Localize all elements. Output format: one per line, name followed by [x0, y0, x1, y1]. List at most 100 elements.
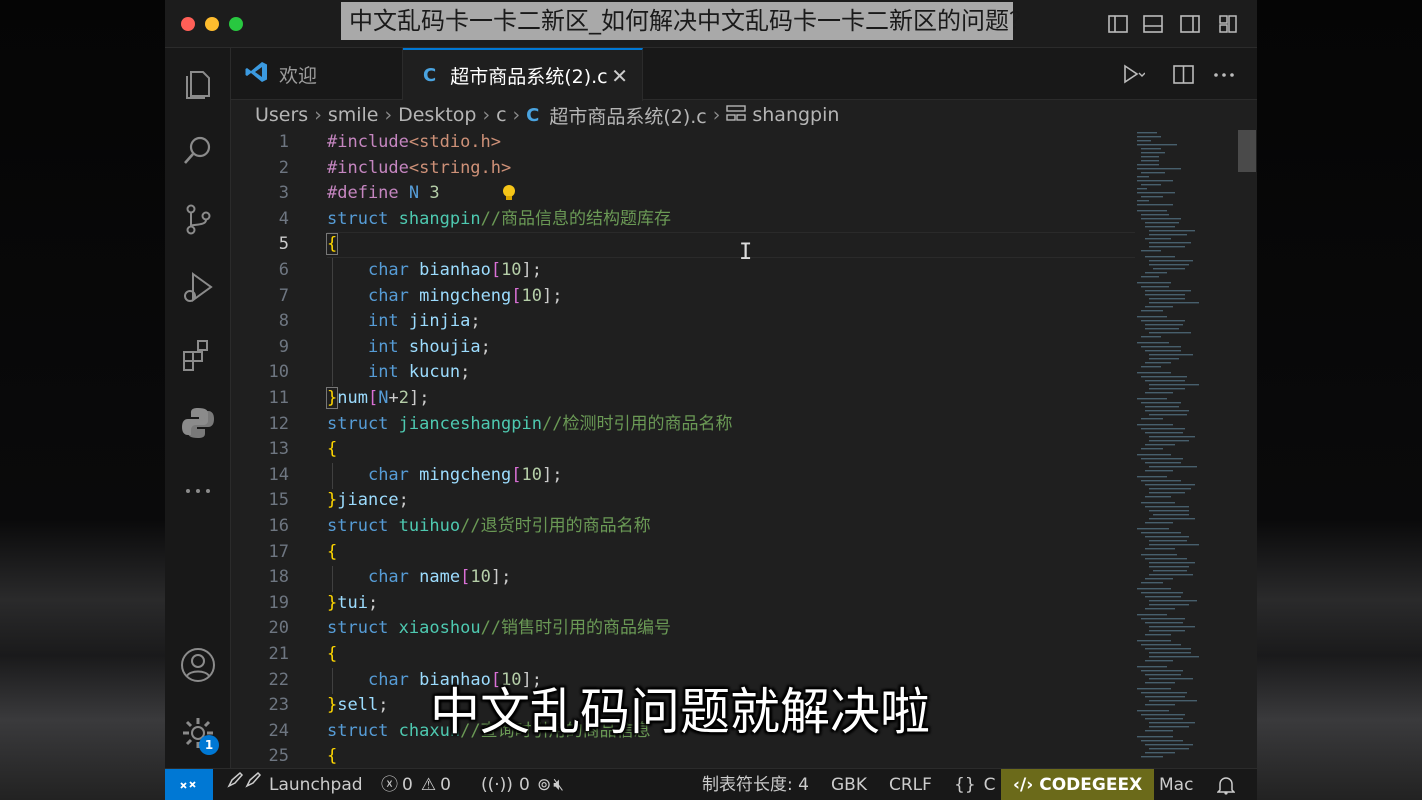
- line-number: 2: [278, 157, 289, 178]
- tab-active-file[interactable]: C 超市商品系统(2).c ✕: [403, 48, 643, 101]
- accounts-icon[interactable]: [179, 646, 217, 684]
- toggle-secondary-sidebar-icon[interactable]: [1179, 13, 1201, 35]
- code-token: int: [367, 311, 399, 332]
- more-views-icon[interactable]: [179, 472, 217, 510]
- code-token: }: [327, 490, 338, 511]
- code-token: 10: [521, 464, 543, 485]
- code-token: mingcheng: [419, 285, 512, 306]
- toggle-panel-icon[interactable]: [1142, 13, 1164, 35]
- code-token: struct: [327, 516, 389, 536]
- code-token: <stdio.h>: [408, 132, 502, 152]
- breadcrumb-desktop[interactable]: Desktop: [398, 104, 476, 126]
- lightbulb-icon[interactable]: [501, 184, 517, 202]
- line-number: 11: [268, 388, 289, 408]
- error-icon: ⓧ: [381, 775, 398, 795]
- problems-button[interactable]: ⓧ 0 ⚠ 0: [381, 769, 451, 800]
- encoding-button[interactable]: GBK: [831, 769, 867, 800]
- code-line: 18 char name[10];: [231, 565, 1257, 591]
- code-line: 20 struct xiaoshou//销售时引用的商品编号: [231, 616, 1257, 642]
- code-token: char: [367, 669, 409, 690]
- code-token: kucun: [408, 362, 461, 383]
- source-control-icon[interactable]: [179, 200, 217, 238]
- code-line: 25 {: [231, 744, 1257, 768]
- extensions-icon[interactable]: [179, 336, 217, 374]
- code-line: 14 char mingcheng[10];: [231, 463, 1257, 489]
- code-line: 16 struct tuihuo//退货时引用的商品名称: [231, 514, 1257, 540]
- code-token: char: [367, 260, 409, 280]
- vertical-scrollbar-thumb[interactable]: [1238, 130, 1256, 172]
- tab-size-button[interactable]: 制表符长度: 4: [702, 769, 809, 800]
- codegeex-button[interactable]: ‹/› CODEGEEX: [1001, 769, 1155, 800]
- minimap[interactable]: [1135, 130, 1207, 768]
- minimize-window-button[interactable]: [205, 17, 219, 31]
- line-number: 15: [268, 490, 289, 511]
- more-actions-icon[interactable]: [1211, 62, 1237, 88]
- speaker-mute-icon: 🔇︎: [553, 775, 564, 795]
- line-number: 22: [268, 669, 289, 690]
- code-token: [: [460, 567, 471, 588]
- line-number: 9: [278, 336, 289, 357]
- code-token: ];: [521, 260, 543, 280]
- vscode-logo-icon: [245, 60, 269, 89]
- breadcrumb-c[interactable]: c: [496, 104, 506, 126]
- close-tab-icon[interactable]: ✕: [611, 64, 628, 88]
- language-mode-button[interactable]: {} C: [954, 769, 996, 800]
- launchpad-button[interactable]: Launchpad: [225, 769, 363, 800]
- code-token: ;: [367, 592, 379, 613]
- ports-button[interactable]: ((·)) 0: [481, 769, 530, 800]
- code-token: <string.h>: [408, 157, 512, 178]
- code-line: 11}num[N+2];: [231, 386, 1257, 412]
- breadcrumb-users[interactable]: Users: [255, 104, 308, 126]
- chevron-right-icon: ›: [314, 104, 322, 126]
- breadcrumb-file[interactable]: 超市商品系统(2).c: [549, 102, 706, 129]
- run-and-debug-icon[interactable]: [179, 268, 217, 306]
- customize-layout-icon[interactable]: [1217, 13, 1239, 35]
- line-number: 6: [278, 260, 289, 280]
- c-file-icon: C: [526, 104, 540, 126]
- notifications-bell-icon[interactable]: [1217, 769, 1239, 800]
- close-window-button[interactable]: [181, 17, 195, 31]
- accessibility-icon[interactable]: ⊚ 🔇︎: [537, 769, 564, 800]
- code-line: 21 {: [231, 642, 1257, 668]
- chevron-right-icon: ›: [512, 104, 521, 126]
- broadcast-icon: ((·)): [481, 775, 513, 795]
- line-number: 1: [278, 132, 289, 152]
- eol-button[interactable]: CRLF: [889, 769, 932, 800]
- run-debug-dropdown-icon[interactable]: [1119, 62, 1146, 88]
- code-token: int: [367, 336, 399, 357]
- chevron-right-icon: ›: [482, 104, 491, 126]
- platform-button[interactable]: Mac: [1159, 769, 1193, 800]
- breadcrumb-smile[interactable]: smile: [328, 104, 379, 126]
- split-editor-icon[interactable]: [1171, 62, 1197, 88]
- code-token: char: [367, 285, 409, 306]
- code-token: struct: [327, 720, 389, 741]
- code-token: bianhao: [419, 260, 491, 280]
- search-icon[interactable]: [179, 132, 217, 170]
- line-number: 8: [278, 311, 289, 332]
- code-token: {: [325, 233, 339, 256]
- tab-welcome-label: 欢迎: [279, 64, 318, 87]
- code-token: tui: [337, 592, 368, 613]
- code-line: 15}jiance;: [231, 488, 1257, 514]
- line-number: 13: [268, 439, 289, 460]
- code-token: +: [388, 388, 399, 408]
- code-line: 3 #define N 3: [231, 181, 1257, 207]
- remote-indicator-button[interactable]: [165, 769, 213, 800]
- explorer-icon[interactable]: [179, 64, 217, 102]
- video-title: 中文乱码卡一卡二新区_如何解决中文乱码卡一卡二新区的问题？: [341, 2, 1033, 40]
- toggle-primary-sidebar-icon[interactable]: [1107, 13, 1129, 35]
- python-icon[interactable]: [179, 404, 217, 442]
- notification-badge: 1: [199, 735, 219, 755]
- code-token: sell: [337, 695, 379, 716]
- struct-symbol-icon: [726, 104, 747, 127]
- breadcrumb-symbol[interactable]: shangpin: [752, 104, 839, 126]
- tab-welcome[interactable]: 欢迎: [231, 48, 403, 100]
- code-token: 3: [429, 183, 440, 204]
- code-token: num: [337, 388, 368, 408]
- launchpad-label: Launchpad: [269, 775, 363, 795]
- zoom-window-button[interactable]: [229, 17, 243, 31]
- code-token: jianceshangpin: [398, 413, 542, 434]
- code-token: 10: [521, 285, 543, 306]
- code-token: #include: [327, 132, 409, 152]
- rocket-icon: [225, 769, 269, 800]
